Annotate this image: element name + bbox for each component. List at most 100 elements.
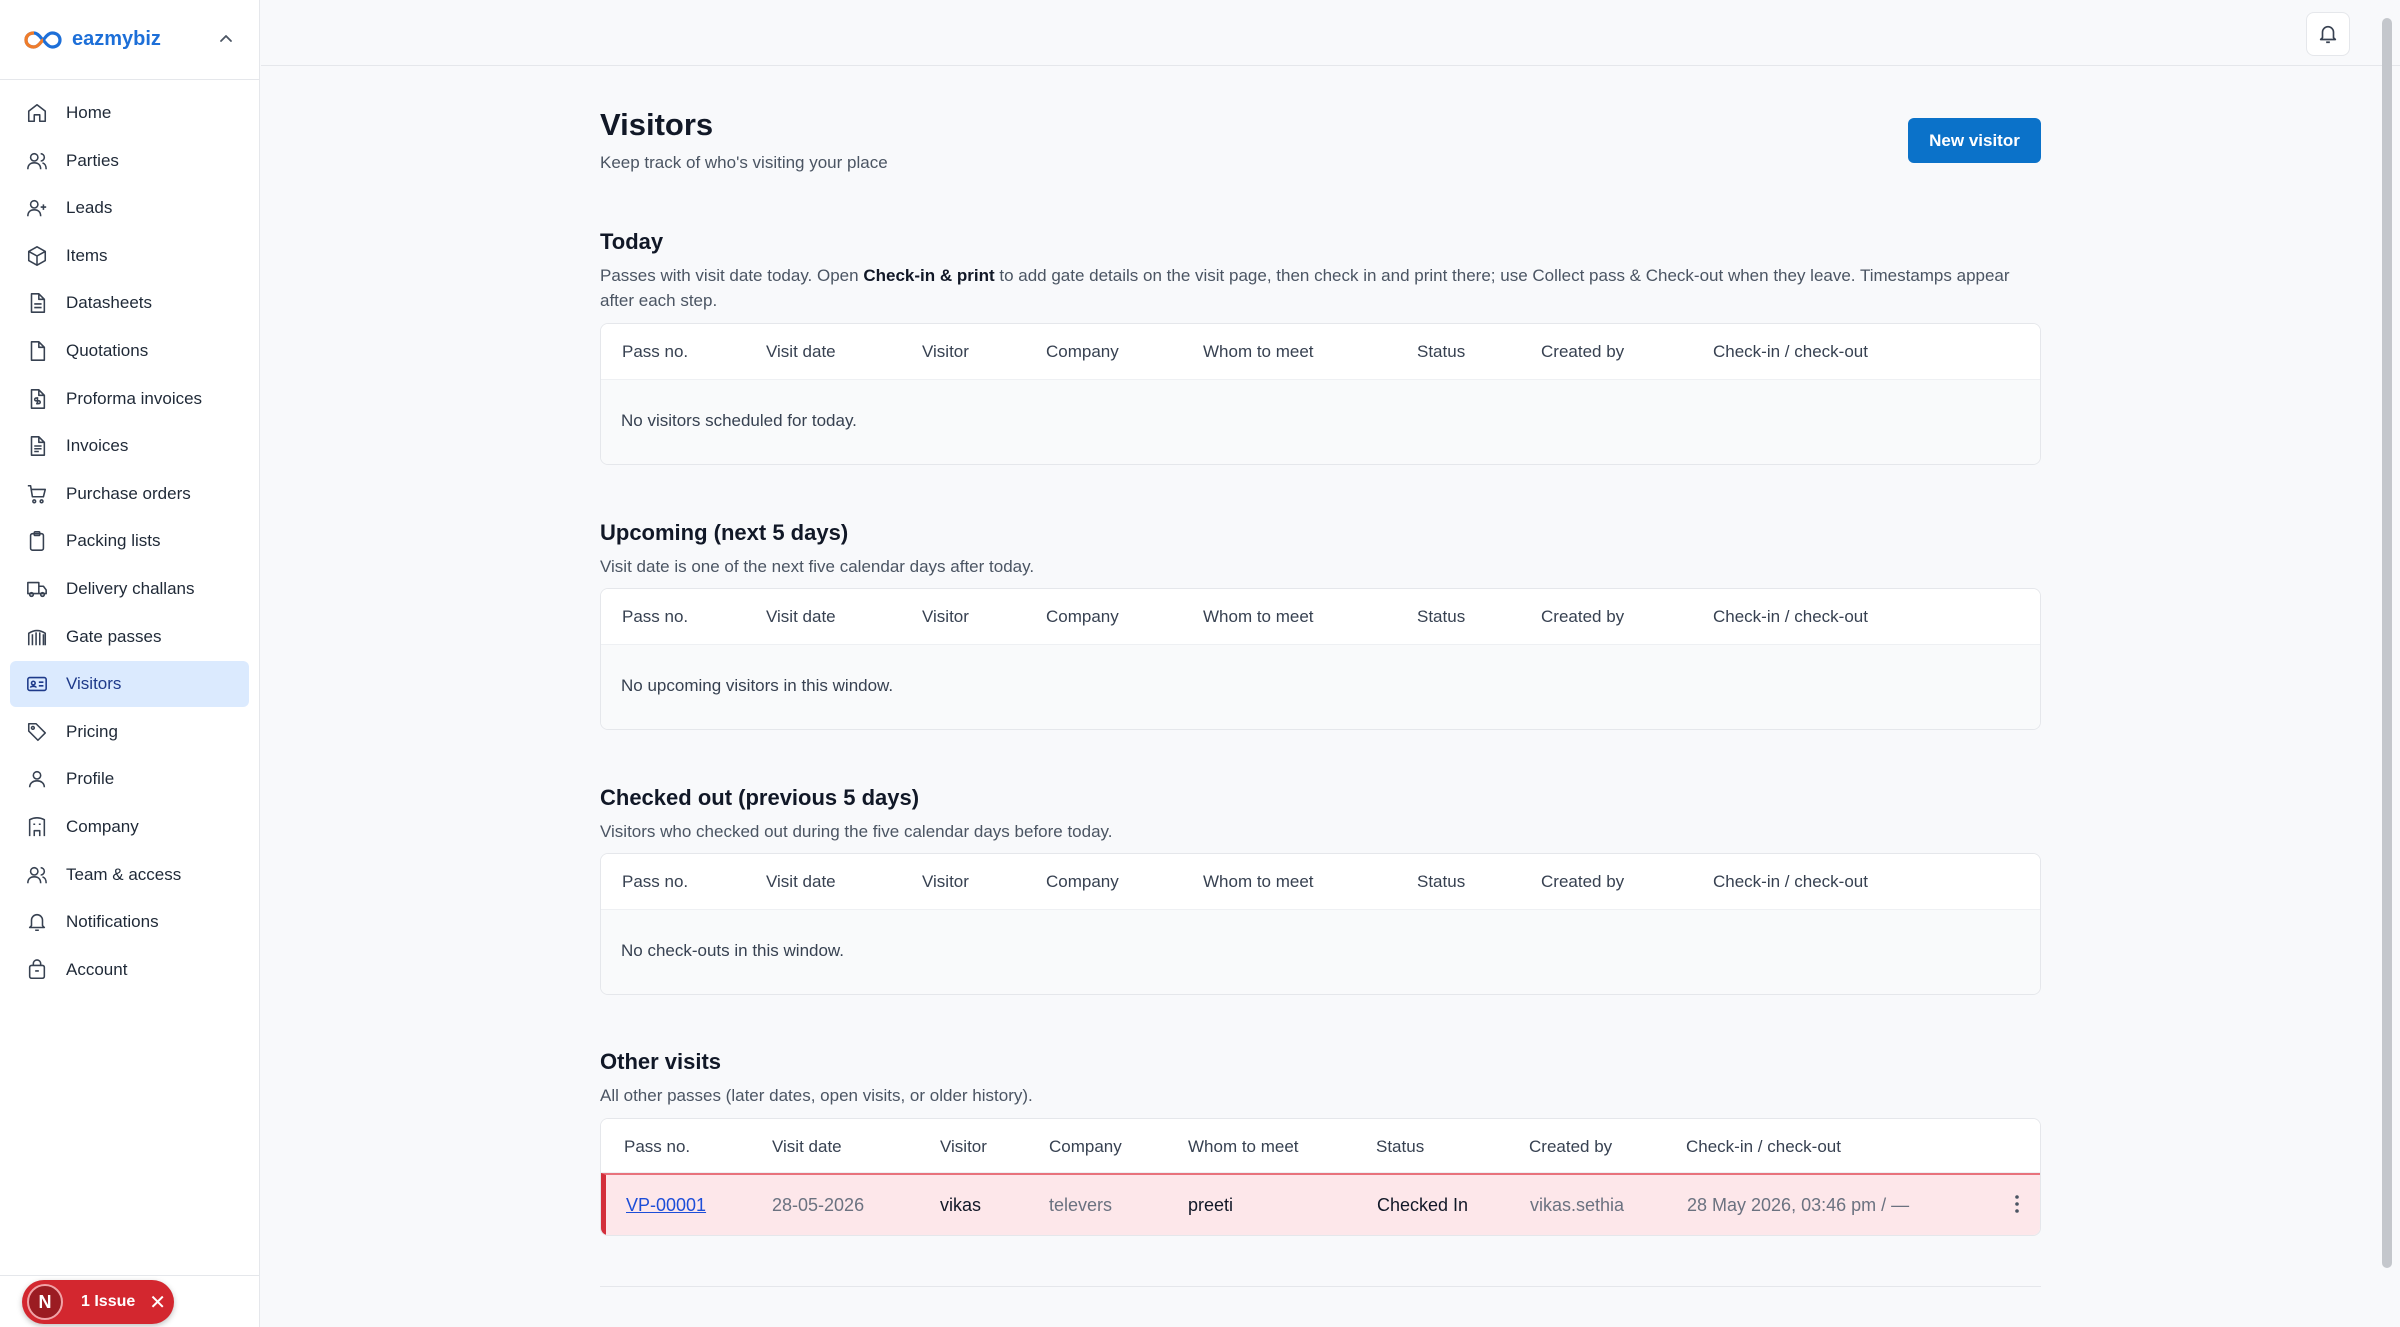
- page-scrollbar[interactable]: [2382, 18, 2392, 1268]
- new-visitor-button[interactable]: New visitor: [1908, 118, 2041, 163]
- column-header[interactable]: Whom to meet: [1203, 607, 1314, 627]
- users-icon: [26, 150, 48, 172]
- empty-state-row: No check-outs in this window.: [601, 910, 2040, 994]
- column-header[interactable]: Status: [1417, 872, 1465, 892]
- sidebar-item-gate-passes[interactable]: Gate passes: [10, 614, 249, 660]
- column-header[interactable]: Pass no.: [622, 872, 688, 892]
- sidebar-item-items[interactable]: Items: [10, 233, 249, 279]
- issue-avatar: N: [27, 1284, 63, 1320]
- section-description: Visit date is one of the next five calen…: [600, 557, 1035, 576]
- column-header[interactable]: Visit date: [772, 1137, 842, 1157]
- column-header[interactable]: Whom to meet: [1203, 342, 1314, 362]
- sidebar-item-visitors[interactable]: Visitors: [10, 661, 249, 708]
- page-title: Visitors: [600, 107, 714, 142]
- column-header[interactable]: Visitor: [922, 607, 969, 627]
- empty-state-text: No check-outs in this window.: [621, 941, 844, 960]
- column-header[interactable]: Company: [1046, 342, 1119, 362]
- building-icon: [26, 816, 48, 838]
- today-table: Pass no. Visit date Visitor Company Whom…: [600, 323, 2041, 465]
- created-by-cell: vikas.sethia: [1530, 1195, 1625, 1215]
- empty-state-text: No upcoming visitors in this window.: [621, 676, 894, 695]
- column-header[interactable]: Company: [1046, 607, 1119, 627]
- bell-icon: [2319, 25, 2337, 44]
- section-title: Checked out (previous 5 days): [600, 785, 920, 810]
- clipboard-icon: [26, 530, 48, 552]
- sidebar-item-packing-lists[interactable]: Packing lists: [10, 518, 249, 564]
- column-header[interactable]: Visitor: [922, 872, 969, 892]
- more-options-icon[interactable]: [2014, 1193, 2020, 1215]
- page-subtitle: Keep track of who's visiting your place: [600, 153, 888, 172]
- column-header[interactable]: Check-in / check-out: [1713, 607, 1868, 627]
- sidebar-item-parties[interactable]: Parties: [10, 138, 249, 184]
- table-header: Pass no. Visit date Visitor Company Whom…: [601, 589, 2040, 645]
- column-header[interactable]: Visit date: [766, 607, 836, 627]
- column-header[interactable]: Company: [1049, 1137, 1122, 1157]
- table-header: Pass no. Visit date Visitor Company Whom…: [601, 1119, 2040, 1173]
- pass-number-link[interactable]: VP-00001: [626, 1195, 706, 1216]
- sidebar-item-proforma-invoices[interactable]: Proforma invoices: [10, 376, 249, 422]
- lock-icon: [26, 958, 48, 981]
- column-header[interactable]: Check-in / check-out: [1713, 872, 1868, 892]
- sidebar-item-purchase-orders[interactable]: Purchase orders: [10, 471, 249, 517]
- check-in-out-cell: 28 May 2026, 03:46 pm / —: [1687, 1195, 1910, 1215]
- sidebar-item-label: Team & access: [66, 864, 182, 884]
- sidebar-item-invoices[interactable]: Invoices: [10, 423, 249, 469]
- column-header[interactable]: Check-in / check-out: [1713, 342, 1868, 362]
- column-header[interactable]: Status: [1376, 1137, 1424, 1157]
- brand-header[interactable]: eazmybiz: [0, 0, 259, 80]
- column-header[interactable]: Visit date: [766, 872, 836, 892]
- section-other-visits: Other visits All other passes (later dat…: [600, 1049, 2041, 1108]
- column-header[interactable]: Company: [1046, 872, 1119, 892]
- column-header[interactable]: Created by: [1541, 342, 1624, 362]
- section-description: Visitors who checked out during the five…: [600, 822, 1113, 841]
- user-icon: [26, 768, 48, 790]
- id-card-icon: [26, 673, 48, 695]
- sidebar-item-team-access[interactable]: Team & access: [10, 852, 249, 898]
- column-header[interactable]: Visit date: [766, 342, 836, 362]
- cart-icon: [26, 483, 48, 505]
- close-icon[interactable]: ✕: [149, 1290, 166, 1315]
- sidebar-item-label: Gate passes: [66, 626, 162, 646]
- column-header[interactable]: Visitor: [940, 1137, 987, 1157]
- topbar: [261, 0, 2400, 66]
- sidebar-item-pricing[interactable]: Pricing: [10, 709, 249, 755]
- column-header[interactable]: Status: [1417, 342, 1465, 362]
- table-header: Pass no. Visit date Visitor Company Whom…: [601, 324, 2040, 380]
- column-header[interactable]: Visitor: [922, 342, 969, 362]
- upcoming-table: Pass no. Visit date Visitor Company Whom…: [600, 588, 2041, 730]
- sidebar-item-account[interactable]: Account: [10, 947, 249, 993]
- empty-state-row: No upcoming visitors in this window.: [601, 645, 2040, 729]
- chevron-up-icon[interactable]: [217, 30, 235, 48]
- column-header[interactable]: Whom to meet: [1188, 1137, 1299, 1157]
- column-header[interactable]: Pass no.: [622, 342, 688, 362]
- sidebar-item-home[interactable]: Home: [10, 90, 249, 136]
- sidebar-item-notifications[interactable]: Notifications: [10, 899, 249, 945]
- column-header[interactable]: Check-in / check-out: [1686, 1137, 1841, 1157]
- sidebar-item-profile[interactable]: Profile: [10, 756, 249, 802]
- notifications-button[interactable]: [2306, 12, 2350, 56]
- content-divider: [600, 1286, 2041, 1287]
- sidebar-item-delivery-challans[interactable]: Delivery challans: [10, 566, 249, 612]
- sidebar-item-label: Company: [66, 816, 139, 836]
- file-text-icon: [26, 292, 48, 314]
- column-header[interactable]: Whom to meet: [1203, 872, 1314, 892]
- column-header[interactable]: Created by: [1541, 607, 1624, 627]
- sidebar-item-label: Account: [66, 959, 128, 979]
- sidebar-item-leads[interactable]: Leads: [10, 185, 249, 231]
- box-icon: [26, 245, 48, 267]
- column-header[interactable]: Created by: [1529, 1137, 1612, 1157]
- sidebar-item-label: Home: [66, 103, 112, 122]
- sidebar-item-label: Profile: [66, 769, 115, 789]
- sidebar-item-quotations[interactable]: Quotations: [10, 328, 249, 374]
- sidebar-item-label: Purchase orders: [66, 483, 191, 503]
- sidebar-item-datasheets[interactable]: Datasheets: [10, 280, 249, 326]
- column-header[interactable]: Pass no.: [622, 607, 688, 627]
- empty-state-text: No visitors scheduled for today.: [621, 411, 857, 430]
- sidebar-item-label: Delivery challans: [66, 578, 195, 598]
- sidebar-item-company[interactable]: Company: [10, 804, 249, 850]
- column-header[interactable]: Created by: [1541, 872, 1624, 892]
- table-row[interactable]: VP-00001 28-05-2026 vikas televers preet…: [601, 1173, 2040, 1235]
- column-header[interactable]: Status: [1417, 607, 1465, 627]
- issue-badge[interactable]: N 1 Issue ✕: [22, 1280, 174, 1324]
- column-header[interactable]: Pass no.: [624, 1137, 690, 1157]
